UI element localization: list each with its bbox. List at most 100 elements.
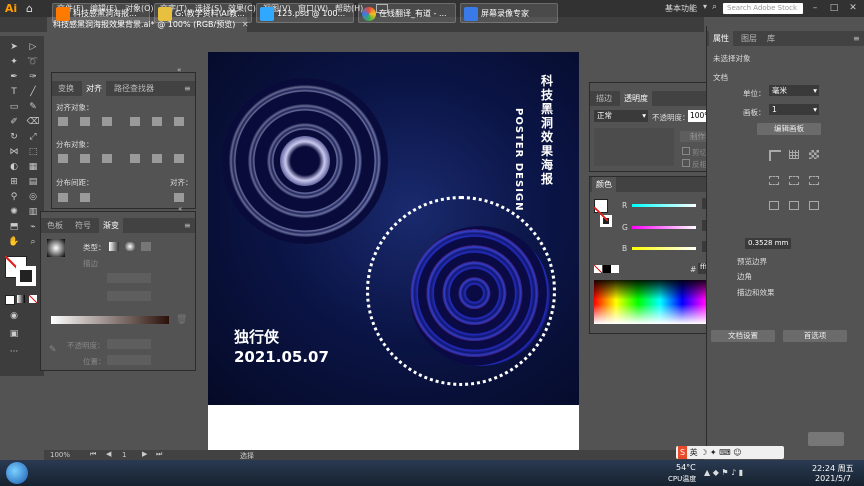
none-swatch-icon[interactable]: [594, 265, 602, 273]
distribute-left-icon[interactable]: [130, 154, 140, 163]
screen-mode-icon[interactable]: ▣: [7, 328, 21, 340]
distribute-top-icon[interactable]: [58, 154, 68, 163]
gradient-ratio-field[interactable]: [107, 291, 151, 301]
distribute-vcenter-icon[interactable]: [80, 154, 90, 163]
blend-mode-select[interactable]: 正常 ▾: [594, 110, 648, 122]
guides-icon[interactable]: [769, 176, 779, 185]
free-transform-tool-icon[interactable]: ⬚: [26, 146, 40, 158]
tray-icons[interactable]: ▲ ◆ ⚑ ♪ ▮: [704, 468, 743, 477]
tab-symbols[interactable]: 符号: [71, 218, 95, 233]
start-button-icon[interactable]: [6, 462, 28, 484]
symbol-sprayer-tool-icon[interactable]: ✺: [7, 206, 21, 218]
snap-to-grid-icon[interactable]: [809, 201, 819, 210]
shaper-tool-icon[interactable]: ✐: [7, 116, 21, 128]
clock-date[interactable]: 2021/5/7: [815, 474, 851, 483]
adobe-stock-search-input[interactable]: Search Adobe Stock: [723, 3, 803, 14]
panel-menu-icon[interactable]: ≡: [180, 81, 195, 96]
unit-select[interactable]: 毫米 ▾: [769, 85, 819, 96]
align-vcenter-icon[interactable]: [152, 117, 162, 126]
direct-selection-tool-icon[interactable]: ▷: [26, 41, 40, 53]
align-hcenter-icon[interactable]: [80, 117, 90, 126]
align-right-icon[interactable]: [102, 117, 112, 126]
taskbar-item-illustrator[interactable]: 科技感黑洞海报...: [52, 3, 150, 23]
artboard-number[interactable]: 1: [122, 451, 126, 459]
grid-icon[interactable]: [789, 150, 799, 159]
preferences-button[interactable]: 首选项: [783, 330, 847, 342]
tab-pathfinder[interactable]: 路径查找器: [110, 81, 158, 96]
taskbar-item-photoshop[interactable]: 123.psd @ 100...: [256, 3, 354, 23]
channel-b-slider[interactable]: [632, 247, 696, 250]
hand-tool-icon[interactable]: ✋: [7, 236, 21, 248]
ime-toolbar[interactable]: S 英 ☽ ✦ ⌨ ☺: [676, 446, 784, 459]
edit-artboards-button[interactable]: 编辑画板: [757, 123, 821, 135]
align-bottom-icon[interactable]: [174, 117, 184, 126]
slice-tool-icon[interactable]: ⌁: [26, 221, 40, 233]
blend-tool-icon[interactable]: ◎: [26, 191, 40, 203]
gradient-location-field[interactable]: [107, 355, 151, 365]
tab-transform[interactable]: 变换: [54, 81, 78, 96]
rotate-tool-icon[interactable]: ↻: [7, 131, 21, 143]
pen-tool-icon[interactable]: ✒: [7, 71, 21, 83]
tab-libraries[interactable]: 库: [763, 31, 779, 46]
gradient-opacity-field[interactable]: [107, 339, 151, 349]
smart-guides-icon[interactable]: [789, 176, 799, 185]
perspective-grid-tool-icon[interactable]: ▦: [26, 161, 40, 173]
draw-mode-icon[interactable]: ◉: [7, 310, 21, 322]
ruler-icon[interactable]: [769, 150, 781, 161]
selection-tool-icon[interactable]: ➤: [7, 41, 21, 53]
gradient-panel-menu-icon[interactable]: ≡: [180, 218, 195, 233]
align-to-selection-icon[interactable]: [174, 193, 184, 202]
clip-checkbox[interactable]: 剪切: [682, 147, 707, 158]
gradient-mode-icon[interactable]: [17, 295, 25, 303]
distribute-hcenter-icon[interactable]: [152, 154, 162, 163]
distribute-right-icon[interactable]: [174, 154, 184, 163]
type-tool-icon[interactable]: T: [7, 86, 21, 98]
freeform-gradient-icon[interactable]: [141, 242, 151, 251]
pixel-grid-icon[interactable]: [809, 176, 819, 185]
clock-time[interactable]: 22:24 周五: [812, 463, 854, 474]
line-tool-icon[interactable]: ╱: [26, 86, 40, 98]
tab-color[interactable]: 颜色: [592, 177, 616, 192]
screen-recorder-widget[interactable]: [808, 432, 844, 446]
magic-wand-tool-icon[interactable]: ✦: [7, 56, 21, 68]
gradient-slider-bar[interactable]: [51, 316, 169, 324]
taskbar-item-recorder[interactable]: 屏幕录像专家: [460, 3, 558, 23]
channel-g-slider[interactable]: [632, 226, 696, 229]
document-setup-button[interactable]: 文档设置: [711, 330, 775, 342]
gradient-eyedropper-icon[interactable]: ✎: [49, 345, 57, 355]
taskbar-item-explorer[interactable]: G:\教学资料\AI教...: [154, 3, 252, 23]
color-mode-icon[interactable]: [5, 295, 15, 305]
zoom-level[interactable]: 100%: [50, 451, 70, 459]
horizontal-spacing-icon[interactable]: [80, 193, 90, 202]
close-icon[interactable]: ✕: [844, 1, 862, 15]
tab-stroke[interactable]: 描边: [592, 91, 616, 106]
scale-tool-icon[interactable]: ⤢: [26, 131, 40, 143]
trash-icon[interactable]: 🗑: [176, 315, 187, 325]
taskbar-item-browser[interactable]: 在线翻译_有道 - ...: [358, 3, 456, 23]
next-artboard-icon[interactable]: ▶: [142, 450, 147, 458]
align-left-icon[interactable]: [58, 117, 68, 126]
vertical-spacing-icon[interactable]: [58, 193, 68, 202]
channel-r-slider[interactable]: [632, 204, 696, 207]
last-artboard-icon[interactable]: ⏭: [156, 450, 162, 459]
radial-gradient-icon[interactable]: [125, 242, 135, 251]
zoom-tool-icon[interactable]: ⌕: [26, 236, 40, 248]
minimize-icon[interactable]: –: [806, 1, 824, 15]
gradient-tool-icon[interactable]: ▤: [26, 176, 40, 188]
tab-layers[interactable]: 图层: [737, 31, 761, 46]
linear-gradient-icon[interactable]: [109, 242, 119, 251]
distribute-bottom-icon[interactable]: [102, 154, 112, 163]
preview-bounds-label[interactable]: 预览边界: [737, 256, 767, 267]
maximize-icon[interactable]: □: [825, 1, 843, 15]
snap-to-point-icon[interactable]: [769, 201, 779, 210]
shape-builder-tool-icon[interactable]: ◐: [7, 161, 21, 173]
workspace-switcher[interactable]: 基本功能: [665, 3, 697, 14]
align-top-icon[interactable]: [130, 117, 140, 126]
white-swatch-icon[interactable]: [611, 265, 619, 273]
scale-stroke-label[interactable]: 描边和效果: [737, 287, 775, 298]
rectangle-tool-icon[interactable]: ▭: [7, 101, 21, 113]
artboard-select[interactable]: 1 ▾: [769, 104, 819, 115]
eyedropper-tool-icon[interactable]: ⚲: [7, 191, 21, 203]
none-mode-icon[interactable]: [29, 295, 37, 303]
transparency-grid-icon[interactable]: [809, 150, 819, 159]
